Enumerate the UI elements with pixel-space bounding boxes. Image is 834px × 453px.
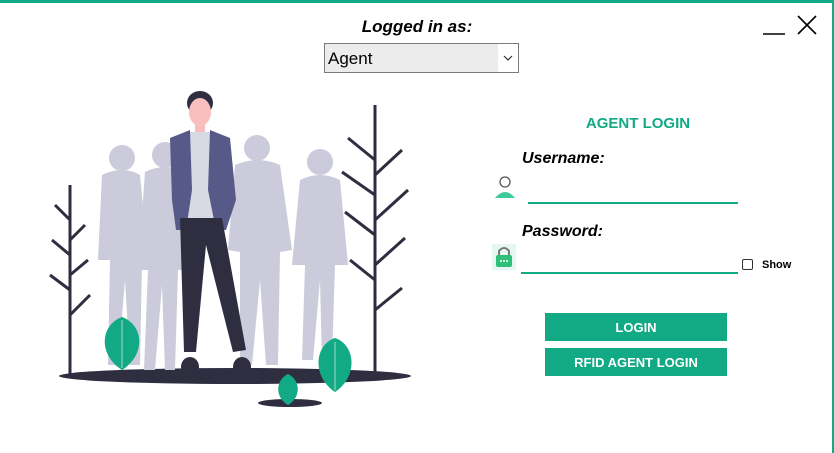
username-label: Username: [522,150,605,167]
minimize-button[interactable] [762,14,786,38]
close-icon [797,15,817,35]
login-button[interactable]: LOGIN [545,313,727,341]
username-field[interactable] [528,180,738,204]
password-label: Password: [522,223,603,240]
window-top-border [0,0,834,3]
lock-icon [492,244,516,270]
rfid-agent-login-button[interactable]: RFID AGENT LOGIN [545,348,727,376]
password-field[interactable] [521,251,738,274]
show-password-checkbox[interactable] [742,259,753,270]
close-button[interactable] [796,14,818,36]
logged-in-label: Logged in as: [361,17,473,36]
agent-login-title: AGENT LOGIN [585,115,691,132]
role-select-value: Agent [328,49,373,68]
bare-tree-left [49,185,92,378]
role-select[interactable]: Agent [324,43,519,73]
minimize-icon [763,33,785,35]
show-password-label: Show [762,259,792,271]
chevron-down-icon[interactable] [498,44,518,72]
user-icon [495,176,515,198]
bare-tree-right [341,105,410,378]
people-illustration [49,91,411,407]
